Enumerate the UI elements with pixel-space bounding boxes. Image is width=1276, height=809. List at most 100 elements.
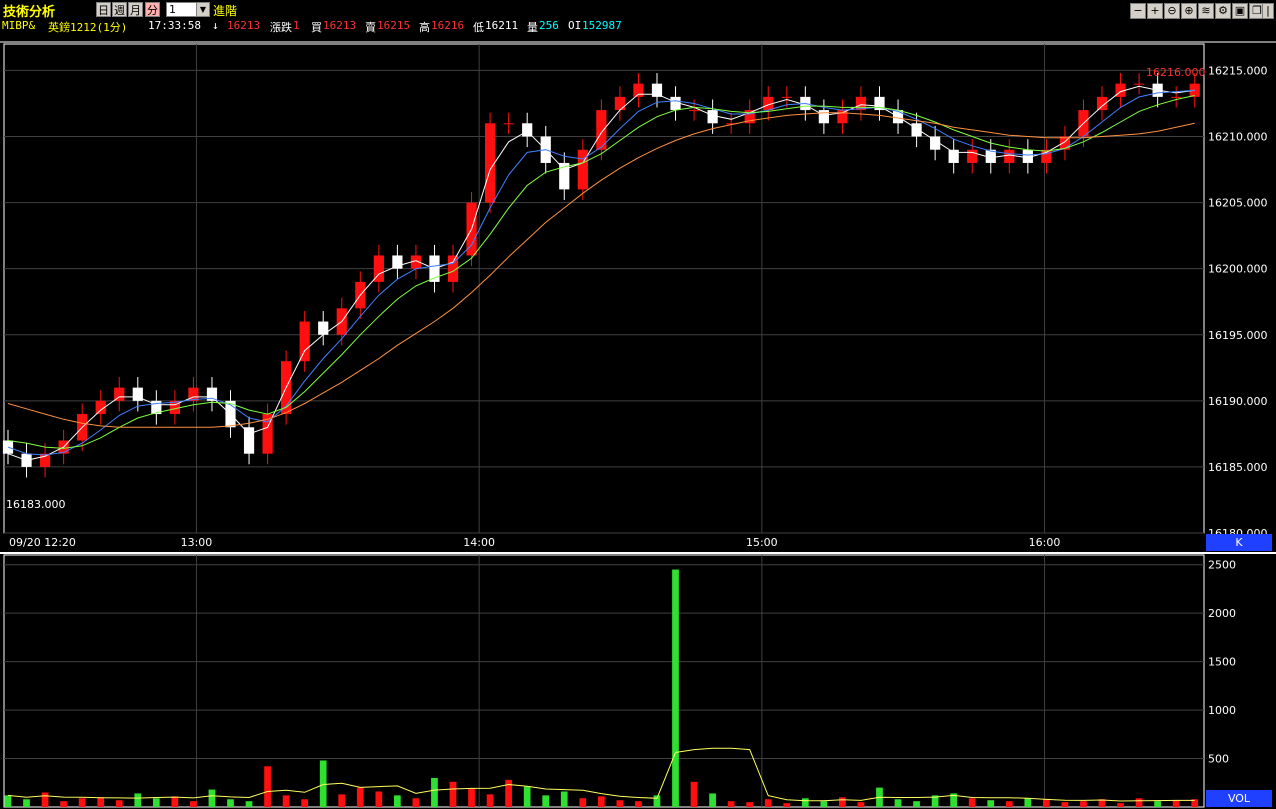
volume-bar — [134, 793, 142, 807]
price-tick-label: 16195.000 — [1208, 329, 1268, 342]
volume-bar — [208, 789, 216, 807]
volume-bar — [616, 800, 624, 807]
volume-bar — [245, 801, 253, 807]
candle-body — [633, 83, 644, 97]
candle-body — [485, 123, 496, 203]
volume-bar — [560, 791, 568, 807]
volume-bar — [301, 799, 309, 807]
candle-body — [688, 110, 700, 112]
price-tick-label: 16190.000 — [1208, 395, 1268, 408]
candle-body — [1041, 149, 1052, 163]
time-tick-label: 13:00 — [181, 536, 213, 549]
volume-bar — [672, 569, 679, 807]
volume-bar — [709, 793, 716, 807]
candle-body — [967, 149, 978, 163]
volume-bar — [431, 777, 438, 807]
time-tick-label: 14:00 — [463, 536, 495, 549]
volume-bar — [60, 801, 67, 807]
volume-bar — [987, 800, 995, 807]
volume-bar — [486, 794, 494, 807]
time-tick-label: 15:00 — [746, 536, 778, 549]
panel-k-label: K — [1206, 534, 1272, 551]
candle-body — [299, 321, 310, 362]
volume-bar — [393, 795, 401, 807]
volume-tick-label: 2500 — [1208, 559, 1236, 572]
volume-tick-label: 500 — [1208, 753, 1229, 766]
volume-bar — [375, 791, 383, 807]
min-price-label: 16183.000 — [6, 498, 66, 511]
volume-bar — [764, 799, 772, 807]
volume-bar — [97, 797, 105, 807]
time-tick-label: 16:00 — [1029, 536, 1061, 549]
volume-tick-label: 2000 — [1208, 607, 1236, 620]
volume-bar — [319, 760, 327, 807]
volume-bar — [1172, 800, 1180, 807]
candle-body — [948, 149, 959, 163]
volume-bar — [857, 802, 865, 807]
volume-bar — [783, 803, 791, 807]
candle-body — [1171, 96, 1182, 98]
volume-bar — [412, 798, 420, 807]
price-tick-label: 16205.000 — [1208, 197, 1268, 210]
price-tick-label: 16215.000 — [1208, 64, 1268, 77]
volume-bar — [227, 799, 234, 807]
volume-bar — [1154, 801, 1161, 807]
volume-bar — [78, 798, 86, 807]
volume-bar — [542, 795, 550, 807]
volume-bar — [523, 786, 531, 807]
volume-bar — [1080, 801, 1087, 807]
candle-body — [614, 96, 626, 111]
price-tick-label: 16185.000 — [1208, 461, 1268, 474]
volume-bar — [894, 799, 902, 807]
volume-bar — [1061, 802, 1069, 807]
volume-bar — [4, 795, 12, 807]
price-volume-chart[interactable]: 16180.00016185.00016190.00016195.0001620… — [0, 0, 1276, 809]
volume-bar — [1135, 798, 1143, 807]
volume-bar — [839, 797, 846, 807]
volume-bar — [597, 796, 605, 807]
volume-bar — [1005, 801, 1013, 807]
volume-bar — [968, 798, 976, 807]
volume-bar — [282, 795, 290, 807]
volume-bar — [1117, 803, 1124, 807]
candle-body — [392, 255, 403, 269]
volume-moving-average-line — [7, 747, 1195, 802]
volume-tick-label: 1500 — [1208, 656, 1236, 669]
candle-body — [577, 149, 588, 190]
candle-body — [781, 96, 792, 98]
volume-bar — [913, 801, 920, 807]
volume-bar — [1024, 798, 1032, 807]
volume-bar — [171, 796, 179, 807]
volume-bar — [579, 798, 587, 807]
volume-bar — [264, 766, 271, 807]
volume-bar — [746, 802, 754, 807]
candle-body — [2, 440, 14, 454]
candle-body — [911, 123, 922, 137]
volume-bar — [1042, 799, 1050, 807]
max-price-label: 16216.000 — [1146, 66, 1206, 79]
volume-bar — [801, 798, 809, 807]
volume-bar — [635, 801, 642, 807]
volume-bar — [41, 792, 49, 807]
volume-bar — [505, 779, 512, 807]
candle-body — [707, 110, 718, 124]
volume-bar — [338, 794, 346, 807]
volume-bar — [356, 787, 364, 807]
start-time-label: 09/20 12:20 — [9, 536, 76, 549]
panel-vol-label: VOL — [1206, 790, 1272, 807]
candle-body — [837, 110, 848, 124]
price-tick-label: 16210.000 — [1208, 131, 1268, 144]
candle-body — [651, 83, 663, 97]
price-tick-label: 16200.000 — [1208, 263, 1268, 276]
volume-bar — [115, 800, 123, 807]
volume-bar — [23, 799, 30, 807]
volume-bar — [152, 798, 160, 807]
volume-bar — [190, 801, 197, 807]
candle-body — [1004, 149, 1015, 163]
volume-bar — [468, 788, 475, 807]
volume-bar — [449, 781, 457, 807]
candle-body — [503, 123, 514, 125]
volume-panel-frame — [3, 554, 1205, 808]
candle-body — [243, 427, 255, 454]
candle-body — [39, 453, 51, 467]
